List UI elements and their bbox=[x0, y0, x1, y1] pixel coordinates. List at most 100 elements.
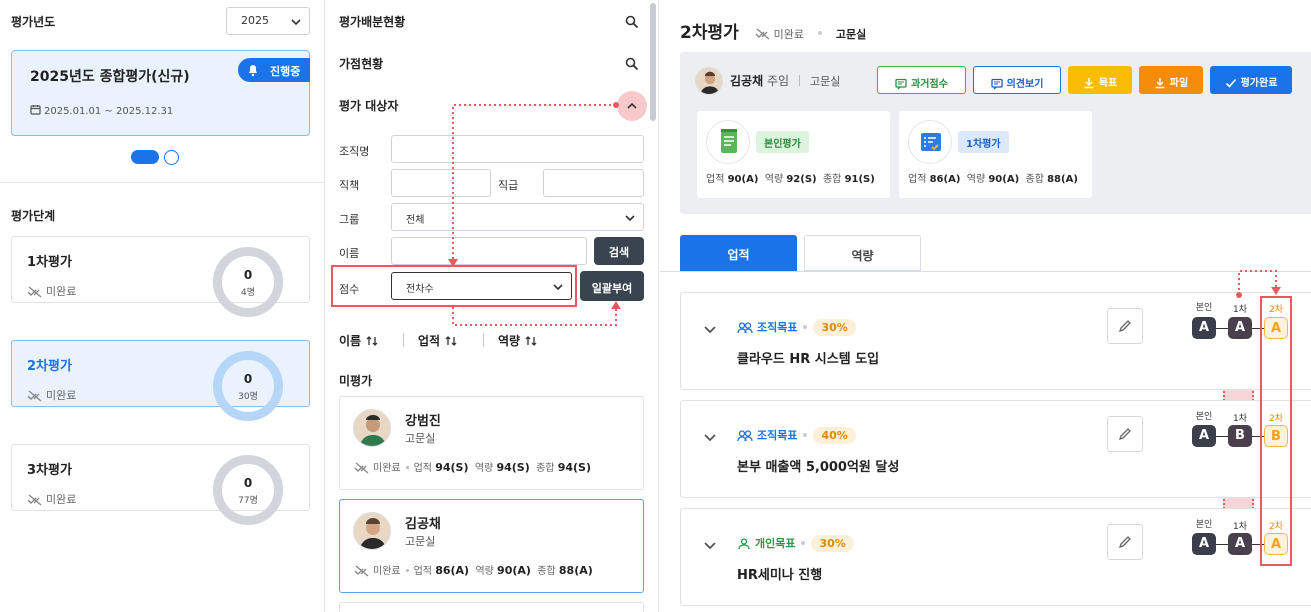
perf-value: 86(A) bbox=[929, 174, 961, 185]
year-select[interactable]: 2025 bbox=[226, 7, 310, 35]
stage-name: 2차평가 bbox=[27, 359, 72, 374]
person-name: 김공채 bbox=[405, 517, 441, 532]
chevron-down-icon[interactable] bbox=[703, 322, 717, 336]
comp-value: 94(S) bbox=[496, 461, 530, 474]
dist-title[interactable]: 평가배분현황 bbox=[339, 13, 405, 30]
eval-title: 2025년도 종합평가(신규) bbox=[30, 69, 190, 85]
edit-button[interactable] bbox=[1107, 416, 1143, 452]
search-icon[interactable] bbox=[625, 15, 639, 29]
complete-button[interactable]: 평가완료 bbox=[1210, 66, 1292, 94]
goal-weight: 30% bbox=[813, 319, 856, 336]
name-label: 이름 bbox=[339, 247, 360, 260]
ring-value: 0 bbox=[243, 372, 253, 386]
opinion-button[interactable]: 의견보기 bbox=[973, 66, 1061, 94]
stage-card-1[interactable]: 1차평가 미완료 0 4명 bbox=[11, 236, 310, 317]
goal-card[interactable]: 조직목표 40% 본부 매출액 5,000억원 달성 bbox=[680, 400, 1311, 498]
eval-card[interactable]: 2025년도 종합평가(신규) 진행중 2025.01.01 ~ 2025.12… bbox=[11, 50, 310, 136]
notebook-icon bbox=[706, 120, 750, 164]
chevron-down-icon[interactable] bbox=[703, 538, 717, 552]
calendar-icon bbox=[30, 105, 41, 115]
progress-ring: 0 30명 bbox=[213, 351, 283, 421]
goal-title: 본부 매출액 5,000억원 달성 bbox=[737, 460, 900, 475]
person-card[interactable]: 강범진 고문실 미완료 업적 94(S) 역량 94(S) 종합 94(S) bbox=[339, 396, 644, 490]
file-button[interactable]: 파일 bbox=[1139, 66, 1203, 94]
perf-value: 86(A) bbox=[435, 564, 470, 577]
stage-status-text: 미완료 bbox=[46, 389, 77, 402]
first-eval-card: 1차평가 업적 86(A) 역량 90(A) 종합 88(A) bbox=[899, 111, 1092, 198]
stage-status: 미완료 bbox=[27, 283, 76, 299]
self-eval-card: 본인평가 업적 90(A) 역량 92(S) 종합 91(S) bbox=[697, 111, 890, 198]
comp-value: 90(A) bbox=[497, 564, 531, 577]
sort-icon bbox=[445, 336, 457, 346]
check-icon bbox=[1225, 78, 1236, 88]
carousel-dot-active[interactable] bbox=[131, 150, 159, 164]
progress-ring: 0 4명 bbox=[213, 247, 283, 317]
status-badge-label: 진행중 bbox=[270, 65, 301, 78]
goal-card[interactable]: 개인목표 30% HR세미나 진행 bbox=[680, 508, 1311, 606]
sort-icon bbox=[366, 336, 378, 346]
tab-performance[interactable]: 업적 bbox=[680, 235, 797, 271]
sort-by-perf[interactable]: 업적 bbox=[418, 332, 457, 349]
total-label: 종합 bbox=[537, 566, 556, 577]
stage-name: 3차평가 bbox=[27, 463, 72, 478]
person-card-selected[interactable]: 김공채 고문실 미완료 업적 86(A) 역량 90(A) 종합 88(A) bbox=[339, 499, 644, 593]
edit-button[interactable] bbox=[1107, 308, 1143, 344]
sort-by-name[interactable]: 이름 bbox=[339, 332, 378, 349]
carousel-dot[interactable] bbox=[164, 150, 179, 165]
edit-button[interactable] bbox=[1107, 524, 1143, 560]
past-score-button[interactable]: 과거점수 bbox=[877, 66, 966, 94]
tab-competency[interactable]: 역량 bbox=[804, 235, 921, 271]
incomplete-icon bbox=[755, 28, 770, 40]
scrollbar[interactable] bbox=[650, 3, 656, 121]
target-title: 평가 대상자 bbox=[339, 99, 399, 113]
goal-weight: 30% bbox=[811, 535, 854, 552]
incomplete-icon bbox=[27, 494, 42, 506]
left-panel: 평가년도 2025 2025년도 종합평가(신규) 진행중 2025.01.01… bbox=[0, 0, 325, 612]
goal-title: 클라우드 HR 시스템 도입 bbox=[737, 352, 880, 367]
group-label: 그룹 bbox=[339, 213, 360, 226]
goal-type: 개인목표 30% bbox=[737, 535, 854, 552]
ring-value: 0 bbox=[243, 268, 253, 282]
stage-name: 1차평가 bbox=[27, 255, 72, 270]
year-value: 2025 bbox=[241, 14, 269, 27]
total-value: 94(S) bbox=[557, 461, 591, 474]
person-icon bbox=[738, 538, 750, 550]
status-badge: 진행중 bbox=[238, 58, 310, 82]
bonus-title[interactable]: 가점현황 bbox=[339, 55, 383, 72]
org-label: 조직명 bbox=[339, 145, 370, 158]
person-card[interactable] bbox=[339, 602, 644, 612]
goal-card[interactable]: 조직목표 30% 클라우드 HR 시스템 도입 bbox=[680, 292, 1311, 390]
search-icon[interactable] bbox=[625, 57, 639, 71]
opinion-label: 의견보기 bbox=[1006, 79, 1044, 90]
perf-label: 업적 bbox=[706, 174, 725, 185]
pencil-icon bbox=[1118, 428, 1131, 441]
sort-name-label: 이름 bbox=[339, 334, 362, 348]
comment-icon bbox=[895, 78, 907, 90]
sort-by-comp[interactable]: 역량 bbox=[498, 332, 537, 349]
page-title-text: 2차평가 bbox=[680, 23, 739, 43]
ring-count: 77명 bbox=[238, 496, 258, 506]
perf-value: 94(S) bbox=[435, 461, 469, 474]
perf-value: 90(A) bbox=[727, 174, 759, 185]
goal-button[interactable]: 목표 bbox=[1068, 66, 1132, 94]
person-status: 미완료 bbox=[373, 463, 401, 474]
self-eval-pill: 본인평가 bbox=[756, 131, 809, 153]
first-eval-scores: 업적 86(A) 역량 90(A) 종합 88(A) bbox=[908, 170, 1078, 185]
perf-label: 업적 bbox=[413, 463, 433, 474]
person-name: 강범진 bbox=[405, 414, 441, 429]
sort-icon bbox=[525, 336, 537, 346]
annotation-arrows bbox=[448, 102, 621, 326]
download-icon bbox=[1084, 78, 1094, 89]
page-status: 미완료 bbox=[755, 28, 804, 41]
stage-status-text: 미완료 bbox=[46, 285, 77, 298]
group-value: 전체 bbox=[406, 215, 425, 226]
avatar bbox=[353, 512, 391, 550]
eval-date-range: 2025.01.01 ~ 2025.12.31 bbox=[30, 104, 173, 117]
person-dept: 고문실 bbox=[405, 432, 436, 445]
stage-card-3[interactable]: 3차평가 미완료 0 77명 bbox=[11, 444, 310, 525]
list-title: 미평가 bbox=[339, 374, 373, 388]
person-info: 김공채 주임 고문실 bbox=[730, 72, 840, 89]
stage-label: 평가단계 bbox=[11, 209, 56, 223]
stage-card-2[interactable]: 2차평가 미완료 0 30명 bbox=[11, 340, 310, 421]
chevron-down-icon[interactable] bbox=[703, 430, 717, 444]
